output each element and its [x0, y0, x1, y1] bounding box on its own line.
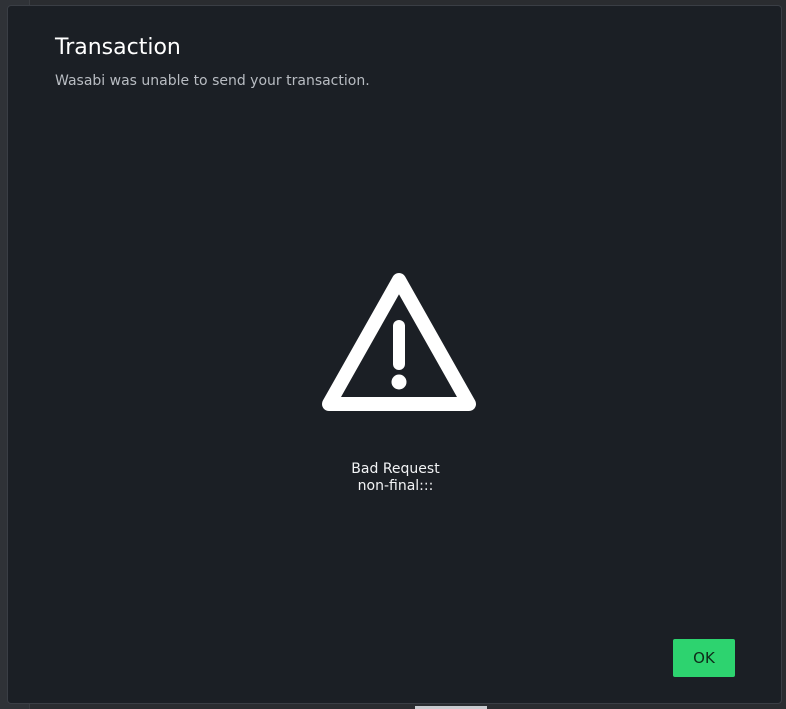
- error-message: Bad Request non-final:::: [8, 461, 783, 495]
- dialog-subtitle: Wasabi was unable to send your transacti…: [55, 73, 370, 89]
- warning-triangle-icon: [322, 273, 476, 411]
- ok-button[interactable]: OK: [673, 639, 735, 677]
- dialog-title: Transaction: [55, 35, 181, 60]
- error-message-line-2: non-final:::: [357, 478, 434, 494]
- error-message-line-1: Bad Request: [351, 461, 440, 477]
- transaction-error-dialog: Transaction Wasabi was unable to send yo…: [7, 5, 782, 704]
